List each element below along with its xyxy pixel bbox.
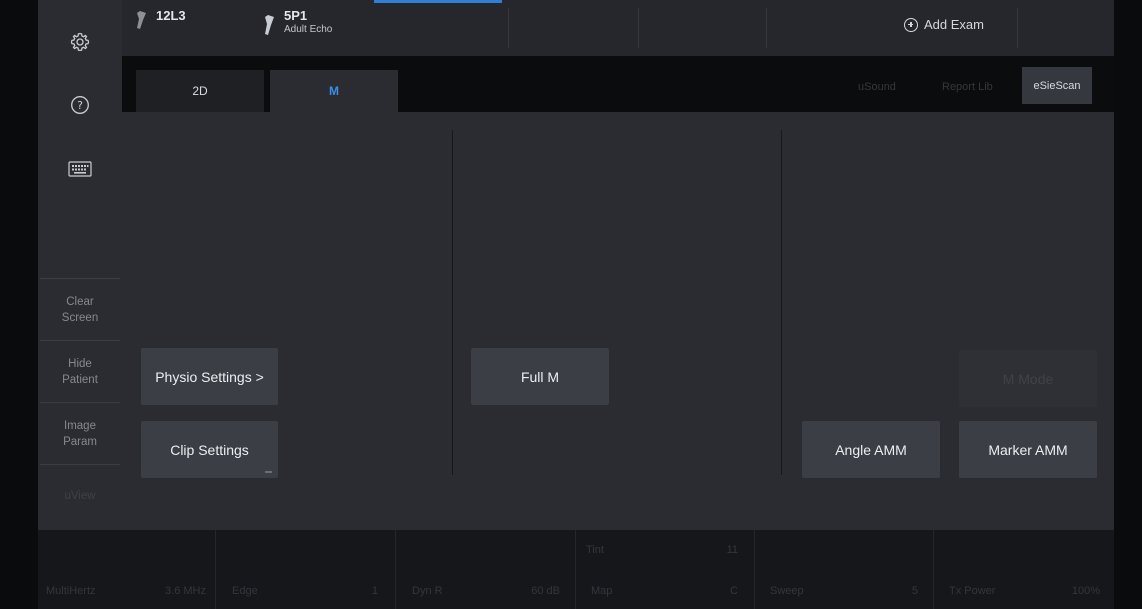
left-sidebar: ? Clear Screen Hide Patient Image Param …: [38, 0, 122, 530]
param-value[interactable]: 11: [678, 544, 738, 556]
probe-icon: [134, 10, 148, 30]
param-value[interactable]: 3.6 MHz: [138, 585, 206, 597]
tab-m[interactable]: M: [270, 70, 398, 112]
full-m-button[interactable]: Full M: [471, 348, 609, 405]
probe-12l3[interactable]: 12L3: [134, 8, 186, 48]
param-name: Sweep: [770, 585, 804, 597]
param-divider: [754, 530, 755, 609]
topbar-divider: [638, 8, 639, 48]
usound-option[interactable]: uSound: [858, 81, 896, 93]
probe-name: 12L3: [156, 8, 186, 23]
question-circle-icon: ?: [70, 95, 90, 115]
svg-text:?: ?: [77, 99, 83, 112]
param-value[interactable]: C: [678, 585, 738, 597]
top-bar: 12L3 5P1 Adult Echo Add Exam: [122, 0, 1114, 56]
settings-button[interactable]: [38, 20, 122, 64]
add-exam-label: Add Exam: [924, 17, 984, 32]
param-value[interactable]: 1: [328, 585, 378, 597]
probe-icon: [262, 14, 276, 36]
param-name: Edge: [232, 585, 258, 597]
clip-settings-label: Clip Settings: [170, 441, 249, 458]
angle-amm-button[interactable]: Angle AMM: [802, 421, 940, 478]
physio-settings-button[interactable]: Physio Settings >: [141, 348, 278, 405]
hide-patient-button[interactable]: Hide Patient: [38, 342, 122, 402]
clip-settings-button[interactable]: Clip Settings: [141, 421, 278, 478]
probe-5p1[interactable]: 5P1 Adult Echo: [262, 8, 332, 48]
m-mode-panel: Physio Settings > Clip Settings Full M M…: [122, 112, 1114, 530]
tab-2d[interactable]: 2D: [136, 70, 264, 112]
param-divider: [933, 530, 934, 609]
sidebar-divider: [40, 464, 120, 465]
sidebar-divider: [40, 278, 120, 279]
param-value[interactable]: 60 dB: [498, 585, 560, 597]
add-exam-button[interactable]: Add Exam: [904, 17, 984, 32]
column-divider: [452, 130, 453, 475]
param-divider: [215, 530, 216, 609]
gear-icon: [70, 32, 90, 52]
sidebar-divider: [40, 340, 120, 341]
topbar-divider: [508, 8, 509, 48]
probe-name: 5P1: [284, 8, 308, 23]
report-lib-option[interactable]: Report Lib: [942, 81, 993, 93]
column-divider: [781, 130, 782, 475]
topbar-divider: [1017, 8, 1018, 48]
m-mode-button[interactable]: M Mode: [959, 350, 1097, 407]
parameter-bar: Tint 11 MultiHertz 3.6 MHz Edge 1 Dyn R …: [38, 530, 1114, 609]
keyboard-icon: [68, 161, 92, 177]
marker-amm-button[interactable]: Marker AMM: [959, 421, 1097, 478]
esiescan-button[interactable]: eSieScan: [1022, 67, 1092, 104]
clear-screen-button[interactable]: Clear Screen: [38, 280, 122, 340]
sidebar-divider: [40, 402, 120, 403]
param-divider: [575, 530, 576, 609]
keyboard-button[interactable]: [38, 147, 122, 191]
param-value[interactable]: 5: [858, 585, 918, 597]
active-probe-indicator: [374, 0, 502, 3]
more-indicator-icon: [265, 471, 272, 473]
mode-tab-row: 2D M uSound Report Lib eSieScan: [122, 56, 1114, 112]
image-param-button[interactable]: Image Param: [38, 404, 122, 464]
param-name: Tx Power: [949, 585, 996, 597]
uview-button[interactable]: uView: [38, 466, 122, 526]
param-value[interactable]: 100%: [1038, 585, 1100, 597]
help-button[interactable]: ?: [38, 83, 122, 127]
param-name: Dyn R: [412, 585, 443, 597]
param-divider: [395, 530, 396, 609]
probe-preset: Adult Echo: [284, 24, 333, 35]
param-name: Map: [591, 585, 613, 597]
plus-circle-icon: [904, 17, 918, 32]
topbar-divider: [766, 8, 767, 48]
param-name: MultiHertz: [46, 585, 96, 597]
param-name: Tint: [586, 544, 604, 556]
